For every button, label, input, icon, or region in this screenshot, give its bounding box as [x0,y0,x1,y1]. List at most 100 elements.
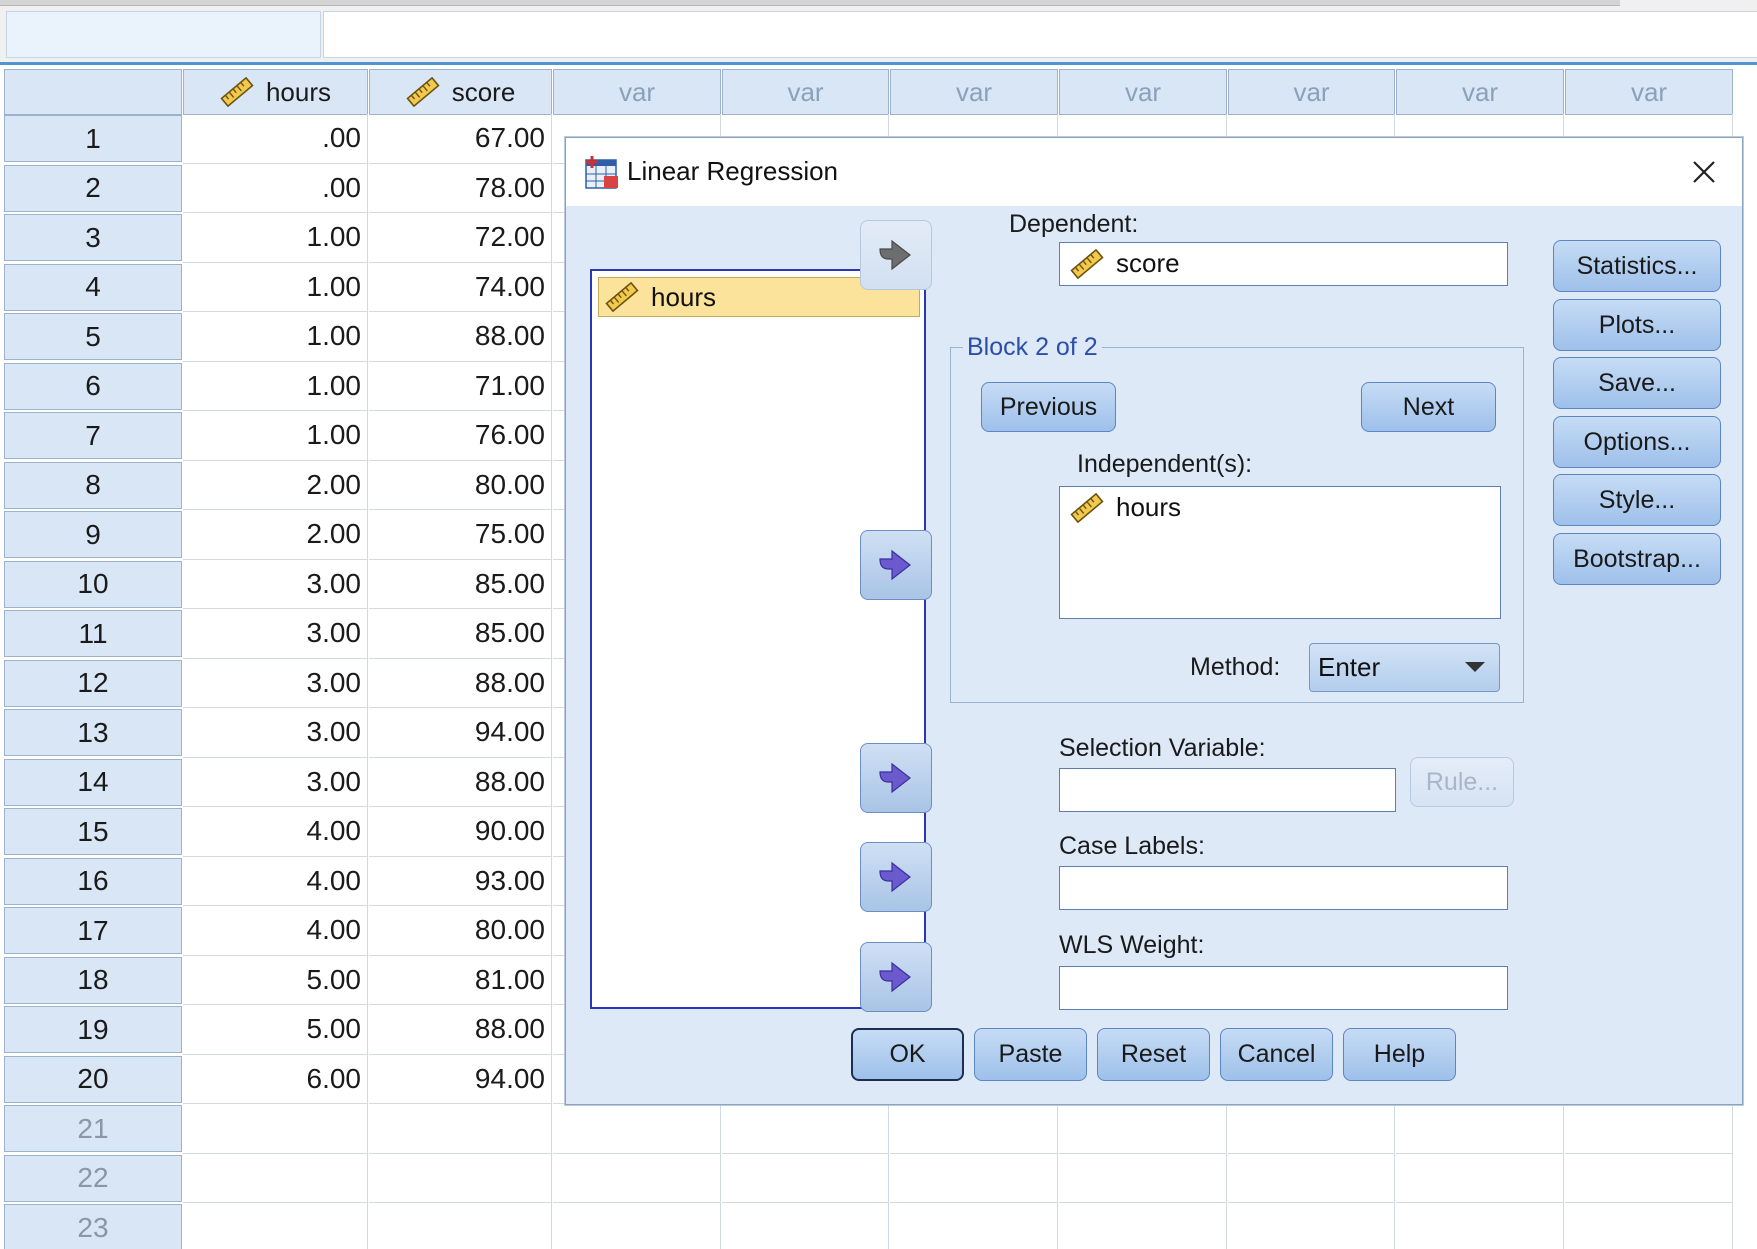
data-cell[interactable] [890,1104,1058,1154]
data-cell[interactable]: 1.00 [183,361,368,411]
save-button[interactable]: Save... [1553,357,1721,409]
column-header-var[interactable]: var [1228,69,1395,115]
data-cell[interactable] [1228,1203,1395,1249]
data-cell[interactable]: 85.00 [369,609,552,659]
row-header[interactable]: 22 [4,1154,182,1202]
data-cell[interactable]: 75.00 [369,510,552,560]
row-header[interactable]: 19 [4,1006,182,1053]
row-header[interactable]: 2 [4,164,182,212]
row-header[interactable]: 12 [4,659,182,707]
data-cell[interactable] [369,1203,552,1249]
column-header-hours[interactable]: hours [183,69,368,115]
data-cell[interactable]: 93.00 [369,856,552,906]
bootstrap-button[interactable]: Bootstrap... [1553,533,1721,585]
cell-value-box[interactable] [323,11,1757,58]
row-header[interactable]: 9 [4,511,182,558]
dependent-field[interactable]: score [1059,242,1508,286]
row-header[interactable]: 11 [4,610,182,657]
data-cell[interactable]: 78.00 [369,163,552,213]
move-to-case-labels-button[interactable] [860,842,932,912]
data-cell[interactable] [1228,1104,1395,1154]
row-header[interactable]: 1 [4,115,182,162]
data-cell[interactable]: 80.00 [369,906,552,956]
move-to-selection-variable-button[interactable] [860,743,932,813]
data-cell[interactable]: 81.00 [369,955,552,1005]
data-cell[interactable]: 85.00 [369,559,552,609]
options-button[interactable]: Options... [1553,416,1721,468]
data-cell[interactable] [1565,1203,1733,1249]
move-to-dependent-button[interactable] [860,220,932,290]
next-button[interactable]: Next [1361,382,1496,432]
data-cell[interactable]: 3.00 [183,658,368,708]
data-cell[interactable]: 71.00 [369,361,552,411]
data-cell[interactable] [1059,1104,1227,1154]
column-header-var[interactable]: var [890,69,1058,115]
move-to-independent-button[interactable] [860,530,932,600]
case-labels-field[interactable] [1059,866,1508,910]
data-cell[interactable] [1565,1104,1733,1154]
style-button[interactable]: Style... [1553,474,1721,526]
reset-button[interactable]: Reset [1097,1028,1210,1081]
cancel-button[interactable]: Cancel [1220,1028,1333,1081]
data-cell[interactable]: 1.00 [183,262,368,312]
data-cell[interactable]: 3.00 [183,609,368,659]
row-header[interactable]: 21 [4,1105,182,1152]
data-cell[interactable]: 74.00 [369,262,552,312]
data-cell[interactable]: 2.00 [183,460,368,510]
data-cell[interactable] [183,1203,368,1249]
data-cell[interactable]: 3.00 [183,708,368,758]
data-cell[interactable]: 5.00 [183,1005,368,1055]
ok-button[interactable]: OK [851,1028,964,1081]
data-cell[interactable]: 90.00 [369,807,552,857]
column-header-var[interactable]: var [722,69,889,115]
statistics-button[interactable]: Statistics... [1553,240,1721,292]
row-header[interactable]: 5 [4,313,182,360]
data-cell[interactable] [1396,1153,1564,1203]
help-button[interactable]: Help [1343,1028,1456,1081]
data-cell[interactable] [369,1153,552,1203]
column-header-score[interactable]: score [369,69,552,115]
rule-button[interactable]: Rule... [1410,757,1514,807]
close-icon[interactable] [1684,152,1724,192]
data-cell[interactable]: 3.00 [183,757,368,807]
data-cell[interactable] [1059,1153,1227,1203]
data-cell[interactable] [369,1104,552,1154]
row-header[interactable]: 10 [4,560,182,608]
independent-entry[interactable]: hours [1070,492,1181,523]
row-header[interactable]: 6 [4,362,182,410]
data-cell[interactable]: 4.00 [183,807,368,857]
selection-variable-field[interactable] [1059,768,1396,812]
data-cell[interactable] [722,1104,889,1154]
column-header-var[interactable]: var [1059,69,1227,115]
data-cell[interactable] [722,1153,889,1203]
data-cell[interactable]: 1.00 [183,213,368,263]
grid-corner[interactable] [4,69,182,115]
data-cell[interactable]: 88.00 [369,658,552,708]
data-cell[interactable]: 3.00 [183,559,368,609]
data-cell[interactable]: 5.00 [183,955,368,1005]
row-header[interactable]: 14 [4,758,182,806]
row-header[interactable]: 8 [4,461,182,509]
data-cell[interactable]: 6.00 [183,1054,368,1104]
data-cell[interactable] [1228,1153,1395,1203]
row-header[interactable]: 7 [4,412,182,459]
data-cell[interactable] [1396,1104,1564,1154]
data-cell[interactable] [1565,1153,1733,1203]
method-select[interactable]: Enter [1309,643,1500,692]
data-cell[interactable]: 80.00 [369,460,552,510]
row-header[interactable]: 23 [4,1204,182,1249]
data-cell[interactable]: 72.00 [369,213,552,263]
row-header[interactable]: 17 [4,907,182,954]
data-cell[interactable]: 88.00 [369,1005,552,1055]
column-header-var[interactable]: var [553,69,721,115]
data-cell[interactable]: 1.00 [183,312,368,362]
dependent-entry[interactable]: score [1070,248,1180,279]
row-header[interactable]: 16 [4,857,182,905]
data-cell[interactable]: 94.00 [369,1054,552,1104]
wls-weight-field[interactable] [1059,966,1508,1010]
top-scrollbar[interactable] [0,0,1620,6]
data-cell[interactable] [890,1203,1058,1249]
data-cell[interactable] [1396,1203,1564,1249]
data-cell[interactable]: 76.00 [369,411,552,461]
dialog-titlebar[interactable]: Linear Regression [566,138,1742,206]
